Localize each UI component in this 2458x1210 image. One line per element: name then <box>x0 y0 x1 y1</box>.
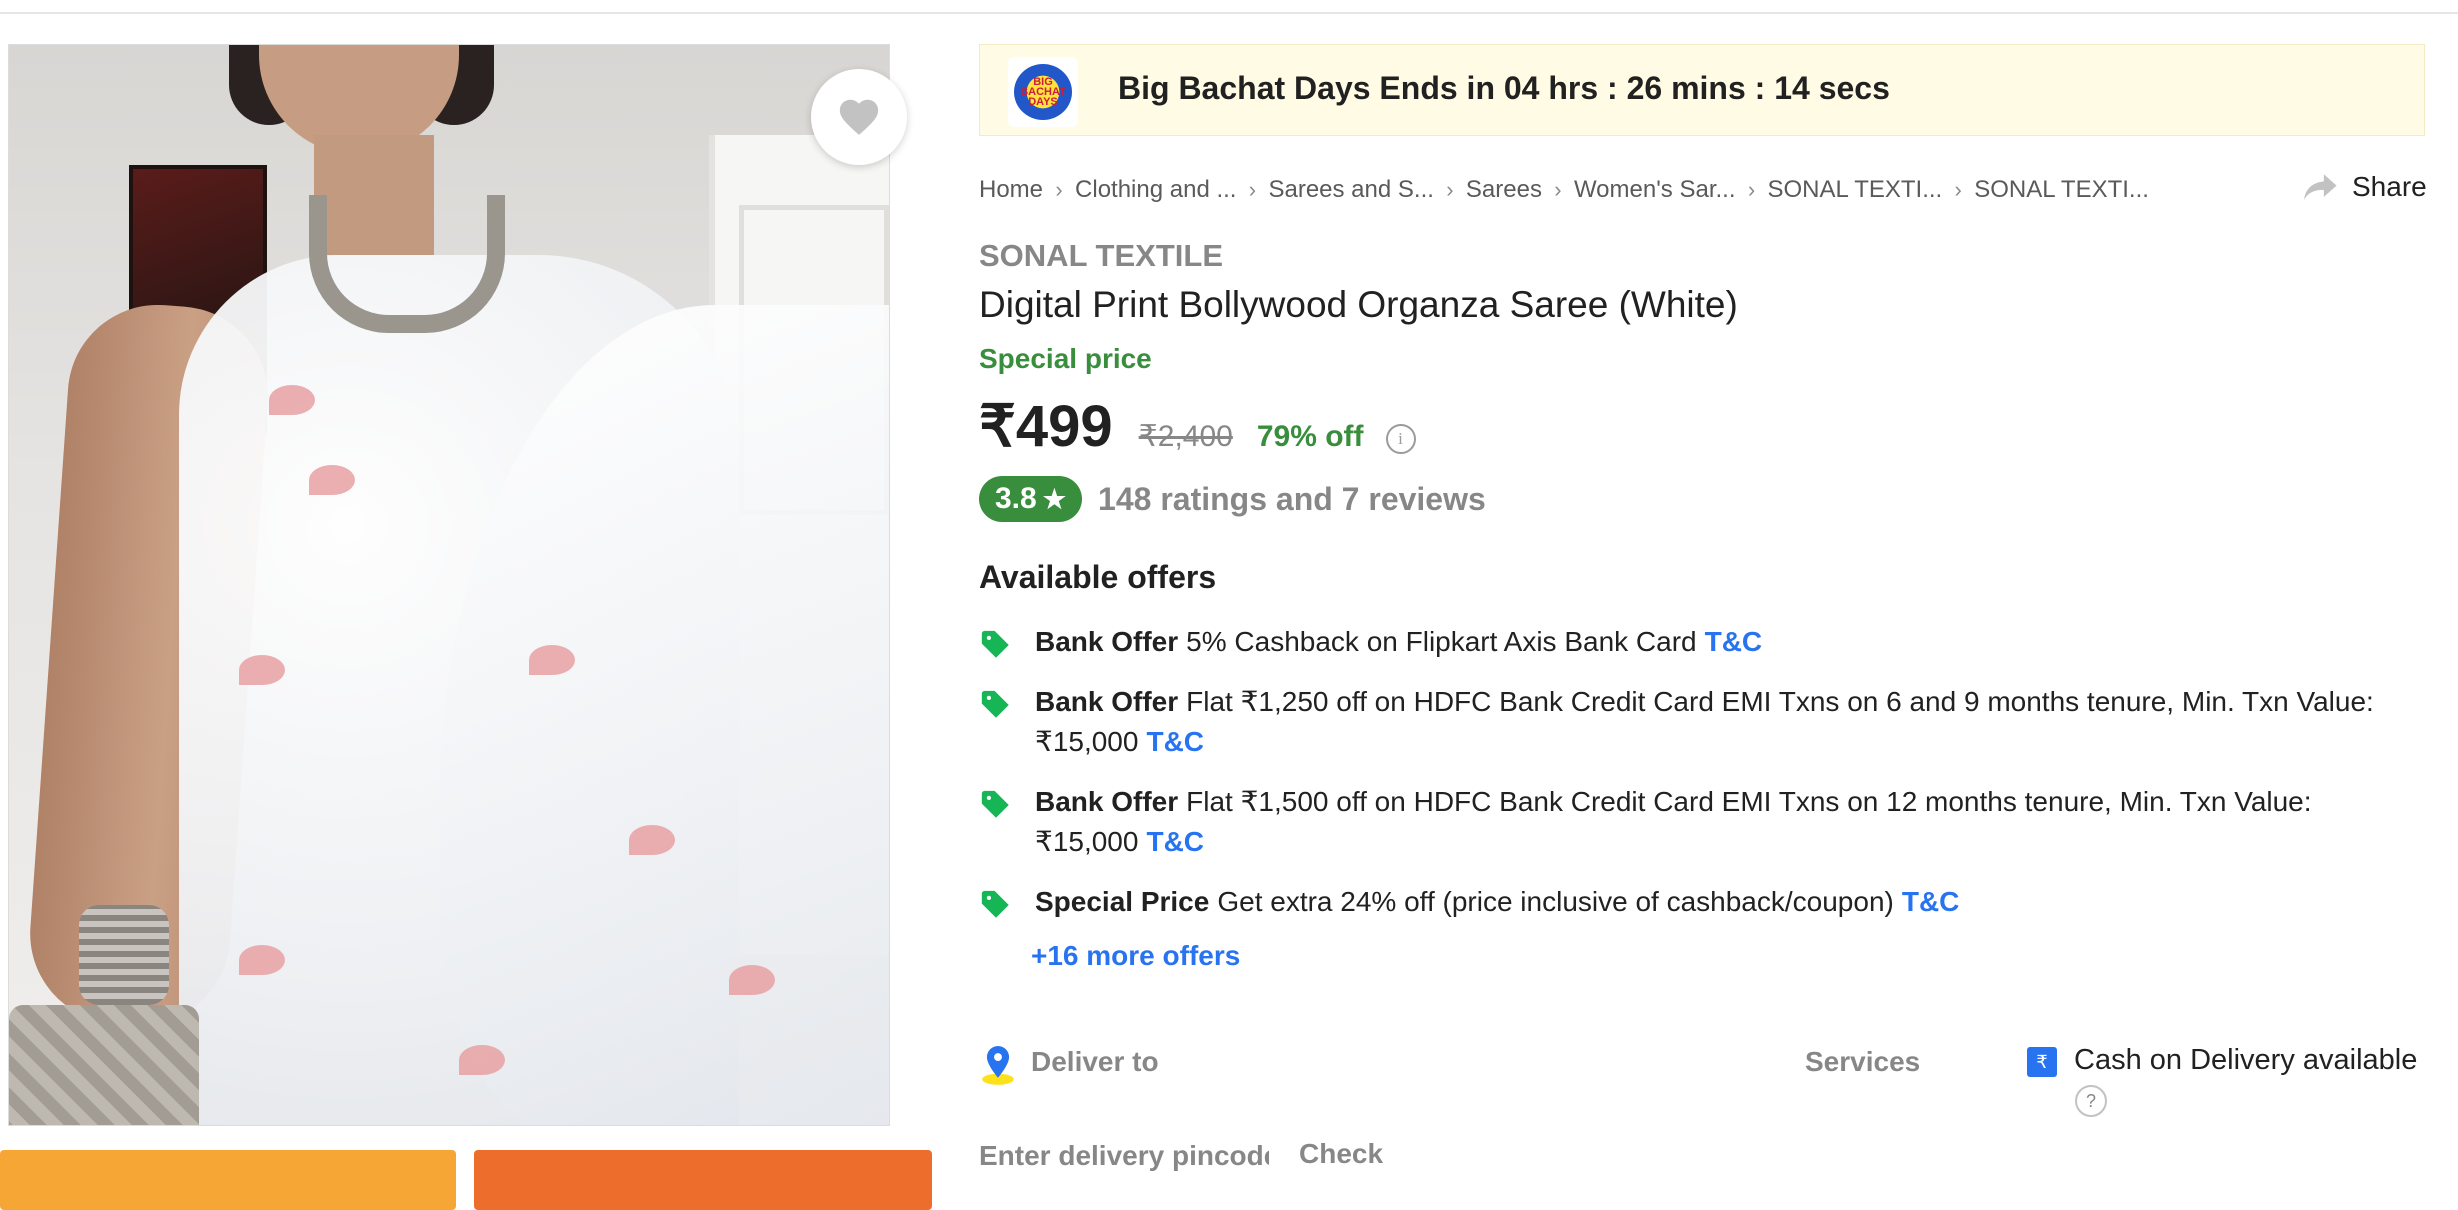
star-icon: ★ <box>1042 483 1067 514</box>
flower-print <box>239 655 285 685</box>
offer-tag-icon <box>981 690 1009 718</box>
buy-now-button[interactable] <box>474 1150 932 1210</box>
discount-percent: 79% off <box>1256 420 1364 453</box>
special-price-label: Special price <box>979 343 1152 374</box>
offer-text: Get extra 24% off (price inclusive of ca… <box>1217 886 1894 917</box>
add-to-cart-button[interactable] <box>0 1150 456 1210</box>
pincode-input[interactable] <box>979 1136 1269 1176</box>
price-row: ₹499 ₹2,400 79% off i <box>979 392 1416 460</box>
ratings-reviews-count[interactable]: 148 ratings and 7 reviews <box>1098 481 1486 518</box>
location-pin-icon <box>982 1046 1014 1085</box>
rupee-icon: ₹ <box>2027 1047 2057 1077</box>
deliver-to-label: Deliver to <box>1031 1046 1159 1077</box>
breadcrumb: Home › Clothing and ... › Sarees and S..… <box>979 176 2149 204</box>
offer-title: Special Price <box>1035 886 1210 917</box>
share-icon <box>2304 174 2337 200</box>
flower-print <box>729 965 775 995</box>
flower-print <box>269 385 315 415</box>
share-label: Share <box>2352 171 2427 202</box>
necklace <box>309 195 505 333</box>
original-price: ₹2,400 <box>1138 420 1233 453</box>
more-offers-link[interactable]: +16 more offers <box>1031 940 1240 972</box>
terms-link[interactable]: T&C <box>1146 826 1204 857</box>
breadcrumb-item[interactable]: Home <box>979 176 1043 204</box>
rating-badge[interactable]: 3.8 ★ <box>979 476 1083 522</box>
rating-value: 3.8 <box>995 482 1037 515</box>
offer-text: Flat ₹1,250 off on HDFC Bank Credit Card… <box>1035 686 2374 757</box>
breadcrumb-item[interactable]: Clothing and ... <box>1075 176 1236 204</box>
breadcrumb-item[interactable]: Women's Sar... <box>1574 176 1736 204</box>
offer-item: Special Price Get extra 24% off (price in… <box>979 882 2379 922</box>
flower-print <box>459 1045 505 1075</box>
chevron-right-icon: › <box>1554 177 1562 202</box>
flower-print <box>529 645 575 675</box>
big-bachat-days-logo: BIG BACHAT DAYS <box>1008 57 1078 127</box>
chevron-right-icon: › <box>1446 177 1454 202</box>
promo-countdown-text: Big Bachat Days Ends in 04 hrs : 26 mins… <box>1118 70 1890 106</box>
rating-row[interactable]: 3.8 ★ 148 ratings and 7 reviews <box>979 476 1486 522</box>
share-button[interactable]: Share <box>2304 171 2427 203</box>
offer-tag-icon <box>981 630 1009 658</box>
offers-heading: Available offers <box>979 559 1217 595</box>
promo-banner[interactable]: BIG BACHAT DAYS Big Bachat Days Ends in … <box>979 44 2425 136</box>
chevron-right-icon: › <box>1248 177 1257 202</box>
product-title: Digital Print Bollywood Organza Saree (W… <box>979 284 1738 325</box>
offer-item: Bank Offer Flat ₹1,250 off on HDFC Bank C… <box>979 682 2379 762</box>
cod-availability: Cash on Delivery available <box>2074 1044 2418 1076</box>
breadcrumb-item[interactable]: SONAL TEXTI... <box>1767 176 1942 204</box>
big-bachat-days-badge: BIG BACHAT DAYS <box>1014 64 1072 120</box>
offer-text: Flat ₹1,500 off on HDFC Bank Credit Card… <box>1035 786 2312 857</box>
offer-item: Bank Offer 5% Cashback on Flipkart Axis B… <box>979 622 2379 662</box>
check-pincode-button[interactable]: Check <box>1299 1138 1383 1170</box>
terms-link[interactable]: T&C <box>1146 726 1204 757</box>
offer-tag-icon <box>981 790 1009 818</box>
breadcrumb-item[interactable]: Sarees and S... <box>1268 176 1433 204</box>
breadcrumb-item[interactable]: Sarees <box>1466 176 1542 204</box>
product-image[interactable] <box>8 44 890 1126</box>
help-icon[interactable]: ? <box>2075 1085 2107 1117</box>
selling-price: ₹499 <box>979 394 1113 459</box>
wishlist-button[interactable] <box>811 69 907 165</box>
terms-link[interactable]: T&C <box>1902 886 1960 917</box>
services-label: Services <box>1805 1046 1921 1077</box>
chevron-right-icon: › <box>1954 177 1962 202</box>
bangles <box>79 905 169 1005</box>
heart-icon <box>839 99 879 135</box>
offer-tag-icon <box>981 890 1009 918</box>
terms-link[interactable]: T&C <box>1705 626 1763 657</box>
info-icon[interactable]: i <box>1385 424 1416 454</box>
product-brand: SONAL TEXTILE <box>979 238 1224 273</box>
flower-print <box>629 825 675 855</box>
offer-title: Bank Offer <box>1035 626 1179 657</box>
chevron-right-icon: › <box>1747 177 1756 202</box>
clutch-bag <box>9 1005 199 1125</box>
offer-title: Bank Offer <box>1035 786 1179 817</box>
flower-print <box>239 945 285 975</box>
top-divider <box>0 12 2458 14</box>
breadcrumb-item[interactable]: SONAL TEXTI... <box>1974 176 2149 204</box>
offer-title: Bank Offer <box>1035 686 1179 717</box>
offer-text: 5% Cashback on Flipkart Axis Bank Card <box>1186 626 1697 657</box>
offer-item: Bank Offer Flat ₹1,500 off on HDFC Bank C… <box>979 782 2379 862</box>
chevron-right-icon: › <box>1055 177 1063 202</box>
flower-print <box>309 465 355 495</box>
